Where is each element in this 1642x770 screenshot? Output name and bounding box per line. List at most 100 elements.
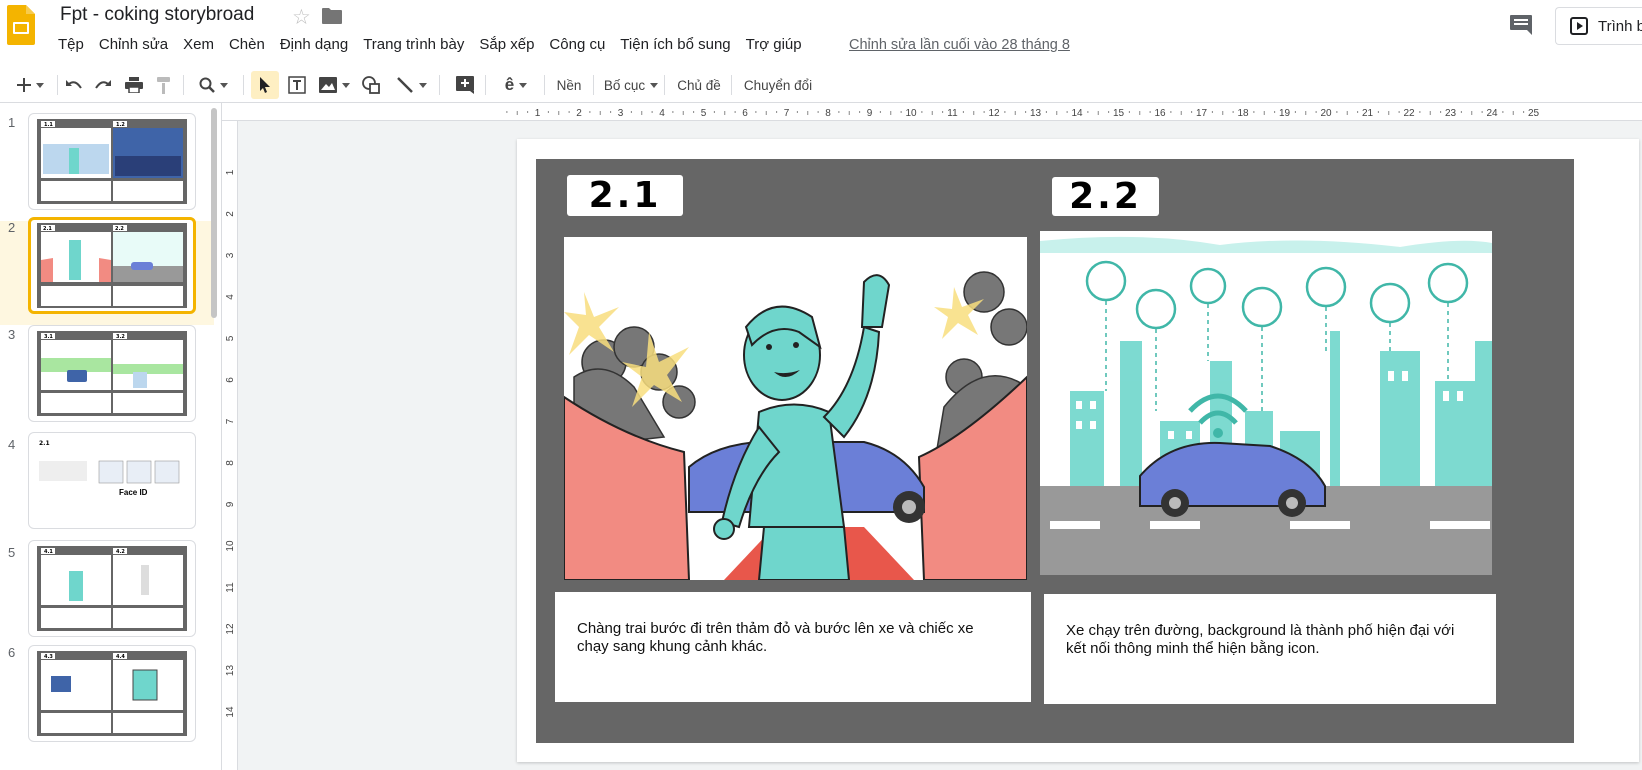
comment-icon[interactable] (1509, 14, 1533, 36)
ruler-tick (1263, 111, 1265, 115)
document-title[interactable]: Fpt - coking storybroad (60, 4, 254, 26)
ruler-tick (765, 111, 767, 115)
menu-file[interactable]: Tệp (58, 36, 84, 53)
current-slide[interactable]: 2.1 2.2 Chàng trai bước đi trên thảm đỏ … (517, 139, 1639, 762)
ruler-tick-label: 10 (225, 540, 236, 552)
slides-logo-icon[interactable] (7, 5, 35, 45)
ruler-tick (1471, 111, 1473, 115)
slide-thumbnail-6[interactable]: 4.3 4.4 (28, 645, 196, 742)
zoom-icon (199, 77, 215, 93)
present-button[interactable]: Trình b (1555, 7, 1642, 45)
ruler-tick (693, 111, 695, 113)
slide-thumbnail-3[interactable]: 3.1 3.2 (28, 325, 196, 422)
thumb-label: 4.4 (116, 654, 125, 660)
filmstrip-scrollbar[interactable] (211, 108, 217, 318)
menu-view[interactable]: Xem (183, 36, 214, 53)
ruler-tick (1139, 111, 1141, 115)
ruler-tick-label: 5 (701, 108, 707, 119)
undo-button[interactable] (61, 71, 87, 99)
paint-format-button[interactable] (151, 71, 177, 99)
layout-label: Bố cục (603, 77, 646, 93)
ruler-tick-label: 6 (742, 108, 748, 119)
slide-thumbnail-4[interactable]: 2.1 Face ID (28, 432, 196, 529)
ruler-tick-label: 13 (1030, 108, 1042, 119)
redo-button[interactable] (90, 71, 116, 99)
layout-button[interactable]: Bố cục (603, 71, 659, 99)
caption-left[interactable]: Chàng trai bước đi trên thảm đỏ và bước … (555, 592, 1031, 702)
slide-thumbnail-1[interactable]: 1.1 1.2 (28, 113, 196, 210)
ruler-tick (1336, 111, 1338, 113)
theme-button[interactable]: Chủ đề (674, 71, 724, 99)
slide-number: 1 (8, 115, 16, 130)
ruler-tick (1440, 111, 1442, 113)
slide-thumbnail-5[interactable]: 4.1 4.2 (28, 540, 196, 637)
new-slide-button[interactable] (7, 71, 53, 99)
transition-button[interactable]: Chuyển đổi (741, 71, 815, 99)
add-comment-button[interactable] (452, 71, 478, 99)
menu-slide[interactable]: Trang trình bày (363, 36, 464, 53)
ruler-tick (1460, 111, 1462, 113)
ruler-tick (527, 111, 529, 113)
menu-addons[interactable]: Tiện ích bổ sung (620, 36, 730, 53)
ruler-tick (610, 111, 612, 113)
menu-format[interactable]: Định dạng (280, 36, 348, 53)
caption-right[interactable]: Xe chạy trên đường, background là thành … (1044, 594, 1496, 704)
text-box-button[interactable] (284, 71, 310, 99)
slides-app: Fpt - coking storybroad ☆ Tệp Chỉnh sửa … (0, 0, 1642, 770)
line-button[interactable] (390, 71, 432, 99)
thumb-label: 2.2 (115, 226, 124, 232)
last-edit-link[interactable]: Chỉnh sửa lần cuối vào 28 tháng 8 (849, 37, 1070, 53)
ruler-tick (1502, 111, 1504, 113)
image-icon (318, 77, 337, 93)
ruler-tick-label: 25 (1528, 108, 1540, 119)
ruler-tick-label: 14 (1071, 108, 1083, 119)
print-button[interactable] (121, 71, 147, 99)
ruler-tick (1523, 111, 1525, 113)
ruler-tick (1128, 111, 1130, 113)
background-button[interactable]: Nền (553, 71, 585, 99)
slide-number: 3 (8, 327, 16, 342)
thumb-caption: Face ID (119, 488, 148, 497)
ruler-tick (1180, 111, 1182, 115)
ruler-tick-label: 16 (1154, 108, 1166, 119)
ruler-tick-label: 2 (225, 211, 236, 217)
star-icon[interactable]: ☆ (292, 5, 311, 30)
folder-icon[interactable] (321, 7, 343, 25)
ruler-tick (1045, 111, 1047, 113)
cursor-icon (260, 77, 270, 93)
menu-insert[interactable]: Chèn (229, 36, 265, 53)
thumb-label: 2.1 (39, 440, 50, 447)
ruler-tick (962, 111, 964, 113)
menu-arrange[interactable]: Sắp xếp (479, 36, 534, 53)
line-icon (396, 77, 413, 93)
shape-icon (362, 76, 380, 94)
input-tools-button[interactable]: ê (495, 71, 537, 99)
menu-tools[interactable]: Công cụ (549, 36, 605, 53)
shape-button[interactable] (358, 71, 384, 99)
slide-canvas[interactable]: 2.1 2.2 Chàng trai bước đi trên thảm đỏ … (238, 121, 1642, 770)
ruler-tick (558, 111, 560, 115)
ruler-tick (1398, 111, 1400, 113)
panel-2-2-illustration[interactable] (1040, 231, 1492, 575)
ruler-tick-label: 22 (1403, 108, 1415, 119)
slide-thumbnail-image: 3.1 3.2 (37, 331, 187, 416)
panel-2-1-illustration[interactable] (564, 237, 1027, 580)
menu-help[interactable]: Trợ giúp (746, 36, 802, 53)
ruler-tick-label: 12 (225, 623, 236, 635)
ruler-tick (1097, 111, 1099, 115)
ruler-tick-label: 4 (659, 108, 665, 119)
ruler-tick (1253, 111, 1255, 113)
zoom-button[interactable] (190, 71, 236, 99)
ruler-tick (973, 111, 975, 115)
slide-thumbnail-2[interactable]: 2.1 2.2 (28, 217, 196, 314)
ruler-tick (1305, 111, 1307, 115)
insert-image-button[interactable] (314, 71, 354, 99)
panel-label-left[interactable]: 2.1 (567, 175, 683, 216)
ruler-tick (817, 111, 819, 113)
slide-filmstrip: 1 1.1 1.2 2 2.1 2.2 3 3.1 3.2 4 2.1 Face… (0, 103, 222, 770)
ruler-tick-label: 17 (1196, 108, 1208, 119)
menu-edit[interactable]: Chỉnh sửa (99, 36, 168, 53)
chevron-down-icon (418, 82, 427, 88)
panel-label-right[interactable]: 2.2 (1052, 176, 1159, 217)
select-tool-button[interactable] (251, 71, 279, 99)
